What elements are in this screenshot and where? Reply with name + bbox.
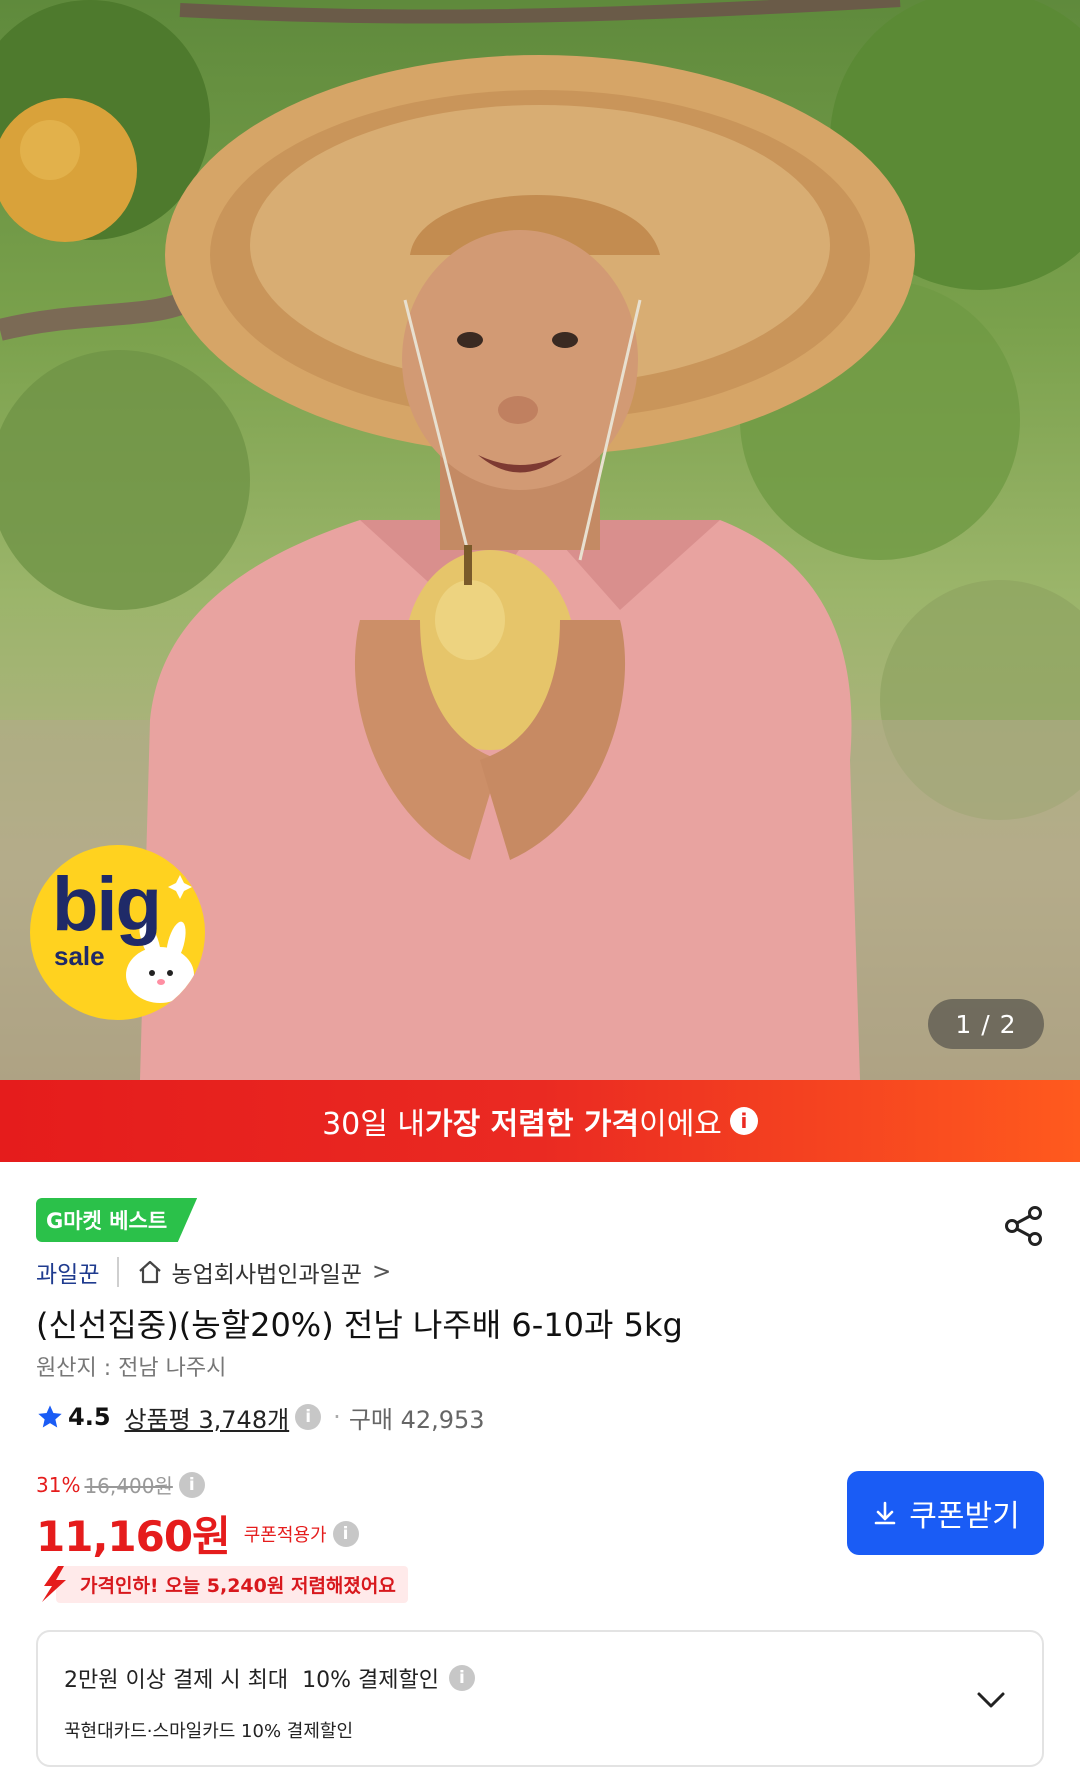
info-icon[interactable]: i — [448, 1665, 475, 1691]
current-price: 11,160원 — [36, 1512, 231, 1561]
product-origin: 원산지 : 전남 나주시 — [36, 1356, 227, 1381]
get-coupon-button[interactable]: 쿠폰받기 — [847, 1471, 1044, 1555]
banner-bold: 가장 저렴한 가격 — [425, 1107, 640, 1142]
original-price: 16,400원 — [84, 1474, 173, 1498]
badge-big-text: big — [52, 862, 162, 947]
chevron-down-icon[interactable] — [973, 1682, 1009, 1718]
lowest-price-banner[interactable]: 30일 내 가장 저렴한 가격 이에요 i — [0, 1080, 1080, 1162]
coupon-applied-label: 쿠폰적용가 — [243, 1524, 327, 1546]
discount-percent: 31% — [36, 1472, 81, 1497]
seller-row: 과일꾼 농업회사법인과일꾼 > — [36, 1254, 391, 1290]
price-drop-text: 가격인하! 오늘 5,240원 저렴해졌어요 — [56, 1565, 408, 1603]
coupon-button-label: 쿠폰받기 — [909, 1499, 1020, 1534]
banner-prefix: 30일 내 — [322, 1107, 425, 1142]
share-icon[interactable] — [1002, 1204, 1046, 1248]
info-icon[interactable]: i — [332, 1520, 359, 1547]
info-icon[interactable]: i — [295, 1404, 322, 1430]
separator-dot: · — [333, 1403, 341, 1431]
payment-card-info: 꾹현대카드·스마일카드 10% 결제할인 — [64, 1721, 354, 1742]
chevron-right-icon: > — [371, 1259, 392, 1285]
payment-discount-title: 2만원 이상 결제 시 최대 10% 결제할인 i — [64, 1662, 475, 1694]
reviews-link[interactable]: 상품평 3,748개 — [125, 1400, 290, 1435]
payment-discount-text: 2만원 이상 결제 시 최대 10% 결제할인 — [64, 1668, 439, 1693]
seller-link[interactable]: 과일꾼 — [36, 1255, 99, 1289]
store-link[interactable]: 농업회사법인과일꾼 > — [137, 1255, 391, 1289]
price-row: 11,160원 쿠폰적용가 i — [36, 1503, 359, 1564]
rating-score: 4.5 — [68, 1403, 111, 1431]
payment-discount-box[interactable]: 2만원 이상 결제 시 최대 10% 결제할인 i 꾹현대카드·스마일카드 10… — [36, 1630, 1044, 1767]
banner-suffix: 이에요 — [639, 1107, 722, 1142]
purchase-count: 구매 42,953 — [348, 1405, 485, 1434]
store-name: 농업회사법인과일꾼 — [171, 1262, 362, 1288]
home-icon — [139, 1260, 162, 1284]
down-arrow-icon — [42, 1566, 66, 1602]
divider — [117, 1257, 120, 1287]
download-icon — [874, 1501, 896, 1525]
product-image[interactable]: big sale 1 / 2 — [0, 0, 1080, 1080]
image-counter: 1 / 2 — [928, 999, 1044, 1049]
discount-row: 31% 16,400원 i — [36, 1470, 205, 1499]
rating-row: 4.5 상품평 3,748개 i · 구매 42,953 — [36, 1398, 485, 1436]
price-drop-notice: 가격인하! 오늘 5,240원 저렴해졌어요 — [38, 1564, 408, 1604]
badge-sale-text: sale — [54, 941, 105, 971]
big-sale-badge: big sale — [30, 845, 205, 1020]
info-icon[interactable]: i — [178, 1471, 205, 1498]
gmarket-best-tag: G마켓 베스트 — [36, 1198, 198, 1242]
product-title: (신선집중)(농할20%) 전남 나주배 6-10과 5kg — [36, 1306, 683, 1344]
star-icon — [38, 1405, 62, 1428]
info-icon[interactable]: i — [729, 1107, 758, 1135]
